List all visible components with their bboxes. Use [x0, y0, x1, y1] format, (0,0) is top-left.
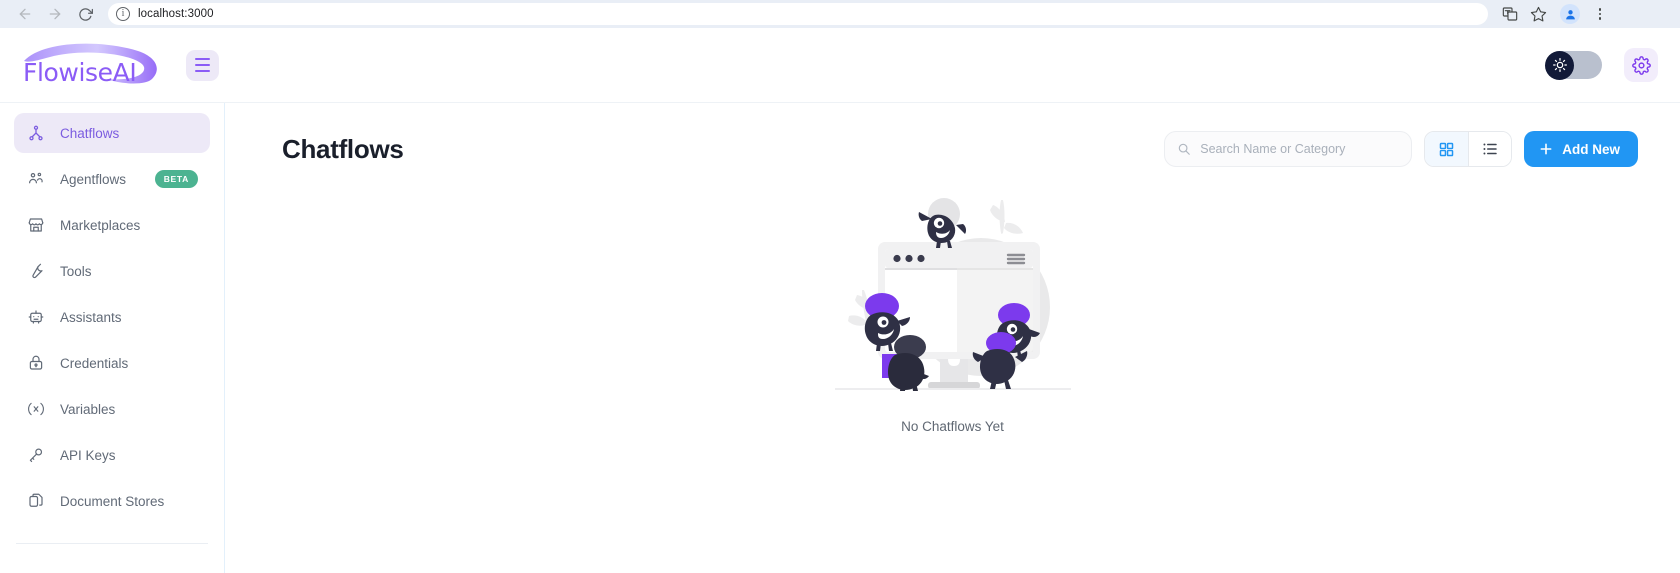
settings-button[interactable]	[1624, 48, 1658, 82]
sidebar-item-marketplaces[interactable]: Marketplaces	[14, 205, 210, 245]
add-new-button[interactable]: Add New	[1524, 131, 1638, 167]
profile-avatar[interactable]	[1560, 4, 1580, 24]
browser-menu-icon[interactable]	[1590, 8, 1610, 20]
search-input[interactable]: Search Name or Category	[1164, 131, 1413, 167]
sidebar-item-credentials[interactable]: Credentials	[14, 343, 210, 383]
browser-toolbar: i localhost:3000	[0, 0, 1680, 28]
app-header: FlowiseAI	[0, 28, 1680, 103]
theme-toggle-knob	[1545, 50, 1574, 80]
flowise-logo[interactable]: FlowiseAI	[20, 35, 170, 95]
site-info-icon[interactable]: i	[116, 7, 130, 21]
lock-icon	[26, 353, 46, 373]
bookmark-star-icon[interactable]	[1526, 2, 1550, 26]
building-store-icon	[26, 215, 46, 235]
search-placeholder: Search Name or Category	[1200, 142, 1346, 156]
sidebar-item-variables[interactable]: Variables	[14, 389, 210, 429]
hamburger-icon	[195, 57, 210, 60]
sidebar-label: Variables	[60, 401, 116, 417]
plus-icon	[1540, 143, 1552, 155]
sidebar-item-chatflows[interactable]: Chatflows	[14, 113, 210, 153]
empty-state: No Chatflows Yet	[259, 197, 1646, 434]
grid-view-button[interactable]	[1425, 132, 1469, 166]
sidebar-toggle-button[interactable]	[186, 49, 219, 81]
browser-reload-button[interactable]	[72, 1, 98, 27]
users-group-icon	[26, 169, 46, 189]
browser-back-button[interactable]	[12, 1, 38, 27]
robot-icon	[26, 307, 46, 327]
variable-icon	[26, 399, 46, 419]
sidebar: Chatflows Agentflows BETA Marketplaces T…	[0, 103, 225, 573]
add-new-label: Add New	[1562, 141, 1620, 157]
address-bar[interactable]: i localhost:3000	[108, 3, 1488, 25]
sidebar-item-document-stores[interactable]: Document Stores	[14, 481, 210, 521]
sidebar-label: Agentflows	[60, 171, 127, 187]
browser-forward-button[interactable]	[42, 1, 68, 27]
sidebar-label: Tools	[60, 263, 92, 279]
page-title: Chatflows	[282, 133, 404, 164]
list-view-icon	[1483, 143, 1497, 155]
sidebar-label: Credentials	[60, 355, 129, 371]
sidebar-item-agentflows[interactable]: Agentflows BETA	[14, 159, 210, 199]
sidebar-label: Document Stores	[60, 493, 165, 509]
view-toggle-group	[1424, 131, 1513, 167]
empty-state-text: No Chatflows Yet	[901, 419, 1004, 434]
sidebar-label: API Keys	[60, 447, 116, 463]
translate-icon[interactable]	[1498, 2, 1522, 26]
logo-text: FlowiseAI	[23, 58, 137, 87]
main-content: Chatflows Search Name or Category Add Ne…	[225, 103, 1680, 573]
key-icon	[26, 445, 46, 465]
sidebar-divider	[16, 543, 208, 544]
grid-view-icon	[1439, 142, 1454, 156]
gear-icon	[1631, 55, 1651, 75]
wrench-icon	[26, 261, 46, 281]
main-toolbar: Chatflows Search Name or Category Add Ne…	[259, 131, 1646, 167]
sidebar-label: Chatflows	[60, 125, 120, 141]
theme-mode-toggle[interactable]	[1545, 50, 1602, 80]
sidebar-item-api-keys[interactable]: API Keys	[14, 435, 210, 475]
status-badge-beta: BETA	[154, 170, 198, 188]
sidebar-item-assistants[interactable]: Assistants	[14, 297, 210, 337]
empty-monitor-monsters-illustration	[834, 198, 1071, 391]
sitemap-icon	[26, 123, 46, 143]
search-icon	[1178, 143, 1191, 155]
url-text: localhost:3000	[138, 8, 214, 20]
app-body: Chatflows Agentflows BETA Marketplaces T…	[0, 103, 1680, 573]
sidebar-item-tools[interactable]: Tools	[14, 251, 210, 291]
sidebar-label: Marketplaces	[60, 217, 141, 233]
list-view-button[interactable]	[1468, 132, 1512, 166]
sidebar-label: Assistants	[60, 309, 122, 325]
files-icon	[26, 491, 46, 511]
sun-icon	[1552, 58, 1567, 72]
